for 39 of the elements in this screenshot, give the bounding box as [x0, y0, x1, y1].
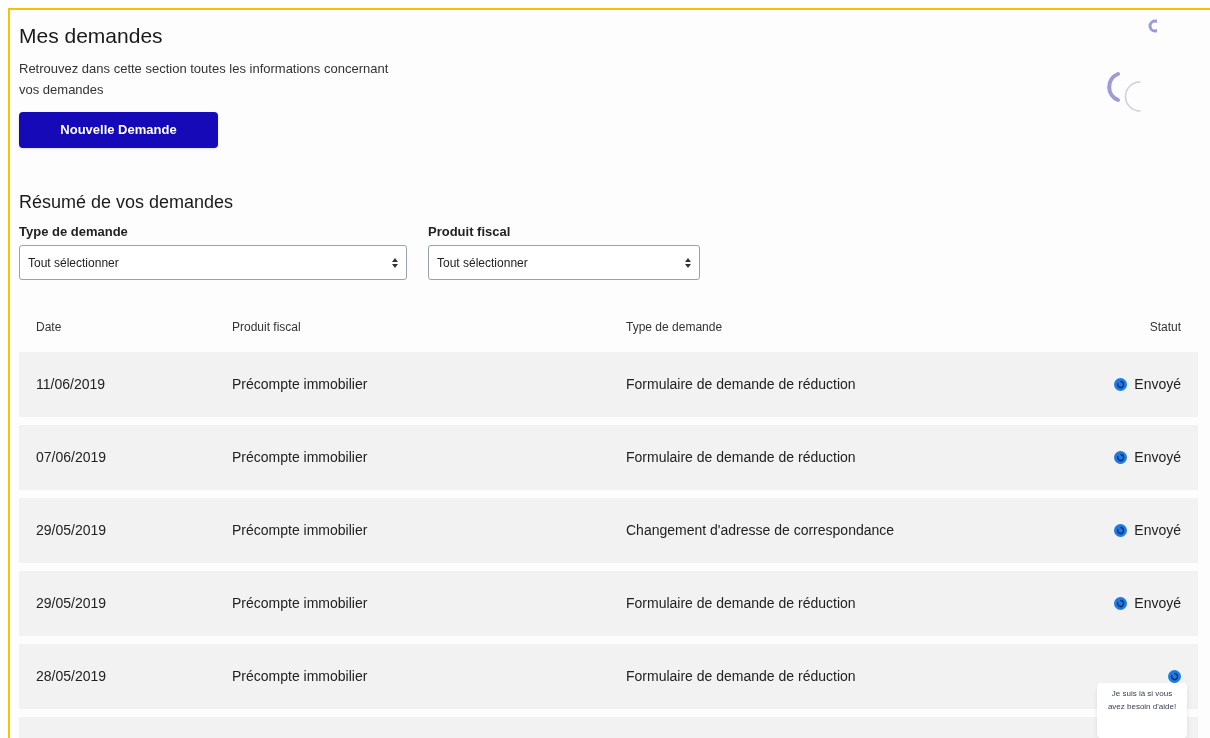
table-cell-text: 29/05/2019 [36, 594, 108, 613]
table-cell-text: Changement d'adresse de correspondance [626, 521, 896, 540]
help-bubble[interactable]: Je suis là si vous avez besoin d'aide! [1097, 683, 1187, 738]
status-icon [1114, 378, 1128, 391]
filter-label: Type de demande [19, 223, 129, 241]
section-title: Résumé de vos demandes [19, 191, 235, 214]
page-title: Mes demandes [19, 23, 164, 49]
table-cell-text: 07/06/2019 [36, 448, 108, 467]
new-request-button[interactable]: Nouvelle Demande [19, 112, 218, 148]
status-icon [1114, 451, 1128, 464]
page-description: Retrouvez dans cette section toutes les informations concernant vos demandes [19, 60, 390, 99]
table-cell-text: Précompte immobilier [232, 375, 369, 394]
column-header: Date [36, 319, 63, 336]
select-field[interactable]: Tout sélectionner [428, 245, 700, 280]
table-cell-text: Précompte immobilier [232, 448, 369, 467]
table-cell-text: Formulaire de demande de réduction [626, 667, 857, 686]
status-icon [1114, 524, 1128, 537]
table-cell-text: Précompte immobilier [232, 667, 369, 686]
select-arrows-icon [392, 257, 398, 268]
status-icon [1114, 597, 1128, 610]
status-label: Envoyé [1134, 448, 1181, 467]
column-header: Produit fiscal [232, 319, 302, 336]
status-label: Envoyé [1134, 375, 1181, 394]
table-cell-text: Précompte immobilier [232, 594, 369, 613]
table-cell-text: Formulaire de demande de réduction [626, 375, 857, 394]
status-label: Envoyé [1134, 594, 1181, 613]
column-header: Type de demande [626, 319, 724, 336]
table-cell-text: 11/06/2019 [36, 375, 107, 394]
table-cell-text: 29/05/2019 [36, 521, 108, 540]
status-icon [1168, 670, 1181, 683]
select-field[interactable]: Tout sélectionner [19, 245, 407, 280]
filter-label: Produit fiscal [428, 223, 512, 241]
column-header: Statut [1148, 319, 1181, 336]
select-arrows-icon [685, 257, 691, 268]
table-cell-text: Formulaire de demande de réduction [626, 594, 857, 613]
table-cell-text: Formulaire de demande de réduction [626, 448, 857, 467]
table-cell-text: 28/05/2019 [36, 667, 108, 686]
table-cell-text: Précompte immobilier [232, 521, 369, 540]
status-label: Envoyé [1134, 521, 1181, 540]
